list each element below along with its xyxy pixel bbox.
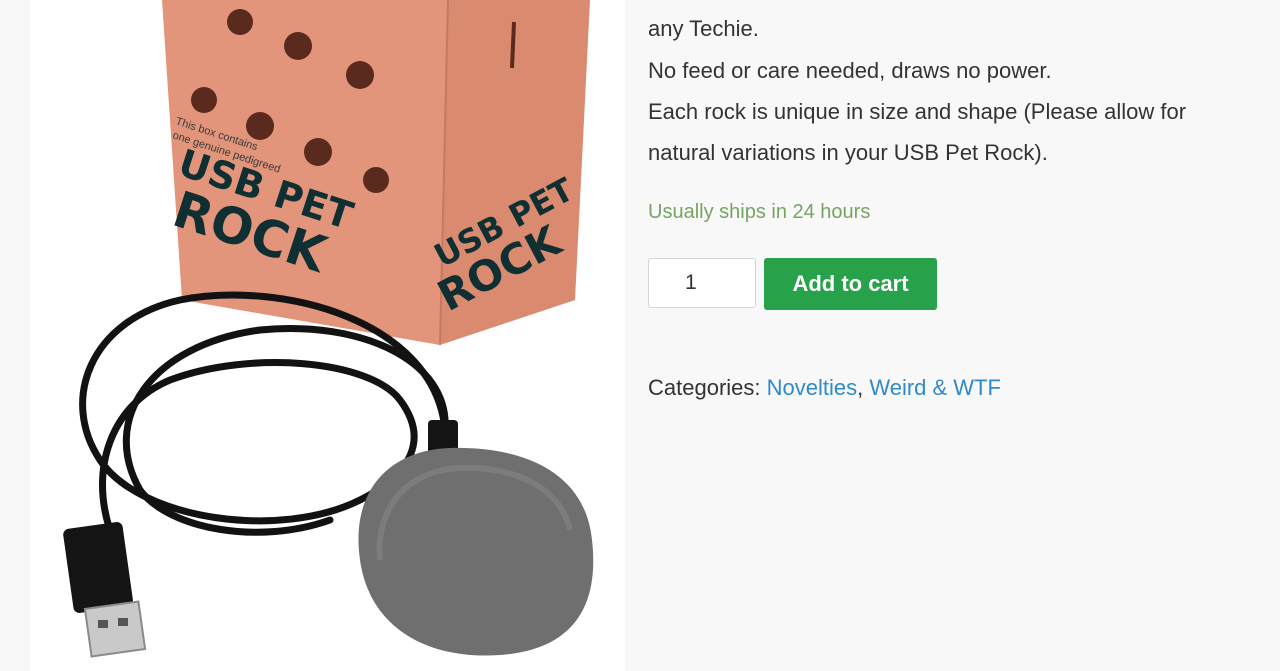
quantity-input[interactable]: [648, 258, 756, 308]
add-to-cart-button[interactable]: Add to cart: [764, 258, 937, 310]
usb-connector: [63, 522, 147, 658]
usb-pet-rock-illustration: This box contains one genuine pedigreed …: [63, 0, 594, 658]
product-categories: Categories: Novelties, Weird & WTF: [648, 375, 1001, 401]
description-line-1: any Techie.: [648, 16, 759, 41]
product-page: This box contains one genuine pedigreed …: [0, 0, 1280, 671]
description-line-4: natural variations in your USB Pet Rock)…: [648, 140, 1048, 165]
category-link-novelties[interactable]: Novelties: [767, 375, 857, 400]
category-link-weird-wtf[interactable]: Weird & WTF: [869, 375, 1001, 400]
pet-rock: [358, 447, 594, 656]
categories-label: Categories:: [648, 375, 767, 400]
description-line-3: Each rock is unique in size and shape (P…: [648, 99, 1187, 124]
stock-status: Usually ships in 24 hours: [648, 201, 871, 223]
category-separator: ,: [857, 375, 870, 400]
description-line-2: No feed or care needed, draws no power.: [648, 58, 1052, 83]
product-image[interactable]: This box contains one genuine pedigreed …: [30, 0, 625, 671]
